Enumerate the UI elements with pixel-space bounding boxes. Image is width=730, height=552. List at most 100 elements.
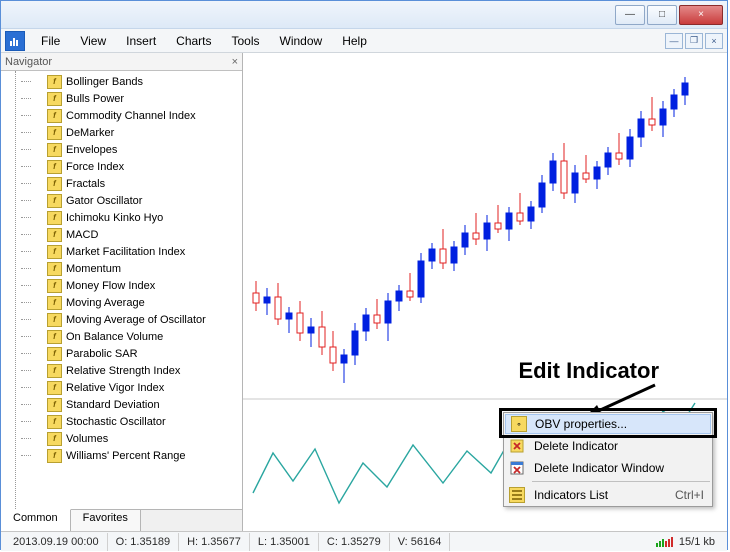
- connection-bars-icon: [656, 537, 673, 547]
- context-menu: ⚬ OBV properties... Delete Indicator Del…: [503, 412, 713, 507]
- indicator-icon: f: [47, 211, 62, 225]
- tree-item[interactable]: f Stochastic Oscillator: [7, 413, 242, 430]
- tree-item-label: Moving Average: [66, 297, 145, 309]
- menu-charts[interactable]: Charts: [166, 32, 221, 50]
- indicator-icon: f: [47, 109, 62, 123]
- indicator-icon: f: [47, 279, 62, 293]
- tree-item[interactable]: fStandard Deviation: [7, 396, 242, 413]
- indicator-icon: f: [47, 126, 62, 140]
- menu-file[interactable]: File: [31, 32, 70, 50]
- tree-item[interactable]: f MACD: [7, 226, 242, 243]
- indicator-icon: f: [47, 330, 62, 344]
- tree-item[interactable]: f Moving Average: [7, 294, 242, 311]
- tree-item-label: DeMarker: [66, 127, 114, 139]
- properties-icon: ⚬: [511, 416, 527, 432]
- tree-item[interactable]: fEnvelopes: [7, 141, 242, 158]
- tree-item-label: Parabolic SAR: [66, 348, 138, 360]
- status-close: C: 1.35279: [319, 533, 390, 551]
- tree-item[interactable]: f Commodity Channel Index: [7, 107, 242, 124]
- tree-item-label: Volumes: [66, 433, 108, 445]
- tree-item[interactable]: f Moving Average of Oscillator: [7, 311, 242, 328]
- indicator-icon: f: [47, 432, 62, 446]
- indicator-icon: f: [47, 228, 62, 242]
- tree-item[interactable]: f On Balance Volume: [7, 328, 242, 345]
- delete-icon: [509, 438, 525, 454]
- tree-item-label: Envelopes: [66, 144, 117, 156]
- tree-item-label: Market Facilitation Index: [66, 246, 185, 258]
- tree-item[interactable]: f Parabolic SAR: [7, 345, 242, 362]
- navigator-panel: Navigator × fBollinger BandsfBulls Power…: [1, 53, 243, 531]
- tree-item[interactable]: fForce Index: [7, 158, 242, 175]
- indicator-icon: f: [47, 296, 62, 310]
- status-high: H: 1.35677: [179, 533, 250, 551]
- tree-item[interactable]: f Bulls Power: [7, 90, 242, 107]
- indicator-icon: f: [47, 313, 62, 327]
- tree-item[interactable]: f Fractals: [7, 175, 242, 192]
- status-volume: V: 56164: [390, 533, 451, 551]
- tree-item[interactable]: f Williams' Percent Range: [7, 447, 242, 464]
- menu-insert[interactable]: Insert: [116, 32, 166, 50]
- navigator-tab-favorites[interactable]: Favorites: [71, 510, 141, 531]
- window-minimize-button[interactable]: —: [615, 5, 645, 25]
- navigator-title: Navigator: [5, 56, 52, 68]
- tree-item-label: Standard Deviation: [66, 399, 160, 411]
- status-open: O: 1.35189: [108, 533, 179, 551]
- menu-tools[interactable]: Tools: [222, 32, 270, 50]
- list-icon: [509, 487, 525, 503]
- indicator-icon: f: [47, 449, 62, 463]
- tree-item[interactable]: f Ichimoku Kinko Hyo: [7, 209, 242, 226]
- tree-item-label: Moving Average of Oscillator: [66, 314, 206, 326]
- tree-item[interactable]: fGator Oscillator: [7, 192, 242, 209]
- status-connection: 15/1 kb: [648, 533, 723, 551]
- tree-item[interactable]: f Volumes: [7, 430, 242, 447]
- navigator-header: Navigator ×: [1, 53, 242, 71]
- navigator-tree[interactable]: fBollinger BandsfBulls PowerfCommodity C…: [1, 71, 242, 509]
- mdi-minimize-button[interactable]: —: [665, 33, 683, 49]
- navigator-close-button[interactable]: ×: [232, 56, 238, 68]
- tree-item-label: Force Index: [66, 161, 124, 173]
- indicator-icon: f: [47, 245, 62, 259]
- indicator-icon: f: [47, 262, 62, 276]
- tree-item-label: Fractals: [66, 178, 105, 190]
- indicator-icon: f: [47, 194, 62, 208]
- tree-item[interactable]: f Market Facilitation Index: [7, 243, 242, 260]
- mdi-restore-button[interactable]: ❐: [685, 33, 703, 49]
- indicator-icon: f: [47, 347, 62, 361]
- mdi-close-button[interactable]: ×: [705, 33, 723, 49]
- tree-item-label: Williams' Percent Range: [66, 450, 185, 462]
- tree-item-label: Momentum: [66, 263, 121, 275]
- callout-label: Edit Indicator: [518, 358, 659, 384]
- tree-item-label: Commodity Channel Index: [66, 110, 196, 122]
- window-maximize-button[interactable]: □: [647, 5, 677, 25]
- tree-item[interactable]: f Money Flow Index: [7, 277, 242, 294]
- ctx-delete-indicator-window[interactable]: Delete Indicator Window: [504, 457, 712, 479]
- tree-item-label: On Balance Volume: [66, 331, 163, 343]
- indicator-icon: f: [47, 177, 62, 191]
- tree-item-label: Bulls Power: [66, 93, 124, 105]
- indicator-icon: f: [47, 415, 62, 429]
- tree-item[interactable]: f Momentum: [7, 260, 242, 277]
- statusbar: 2013.09.19 00:00 O: 1.35189 H: 1.35677 L…: [1, 531, 727, 551]
- window-close-button[interactable]: ×: [679, 5, 723, 25]
- tree-item[interactable]: f DeMarker: [7, 124, 242, 141]
- menu-view[interactable]: View: [70, 32, 116, 50]
- tree-item-label: Stochastic Oscillator: [66, 416, 166, 428]
- tree-item[interactable]: fRelative Strength Index: [7, 362, 242, 379]
- tree-item-label: Bollinger Bands: [66, 76, 143, 88]
- tree-item-label: Money Flow Index: [66, 280, 155, 292]
- status-datetime: 2013.09.19 00:00: [5, 533, 108, 551]
- menu-window[interactable]: Window: [270, 32, 333, 50]
- indicator-icon: f: [47, 92, 62, 106]
- ctx-delete-indicator[interactable]: Delete Indicator: [504, 435, 712, 457]
- menu-help[interactable]: Help: [332, 32, 377, 50]
- tree-item-label: Relative Vigor Index: [66, 382, 164, 394]
- tree-item[interactable]: fBollinger Bands: [7, 73, 242, 90]
- tree-item-label: MACD: [66, 229, 98, 241]
- ctx-obv-properties[interactable]: ⚬ OBV properties...: [505, 414, 711, 434]
- tree-item-label: Ichimoku Kinko Hyo: [66, 212, 163, 224]
- indicator-icon: f: [47, 364, 62, 378]
- ctx-indicators-list[interactable]: Indicators List Ctrl+I: [504, 484, 712, 506]
- tree-item[interactable]: fRelative Vigor Index: [7, 379, 242, 396]
- navigator-tab-common[interactable]: Common: [1, 509, 71, 531]
- app-icon: [5, 31, 25, 51]
